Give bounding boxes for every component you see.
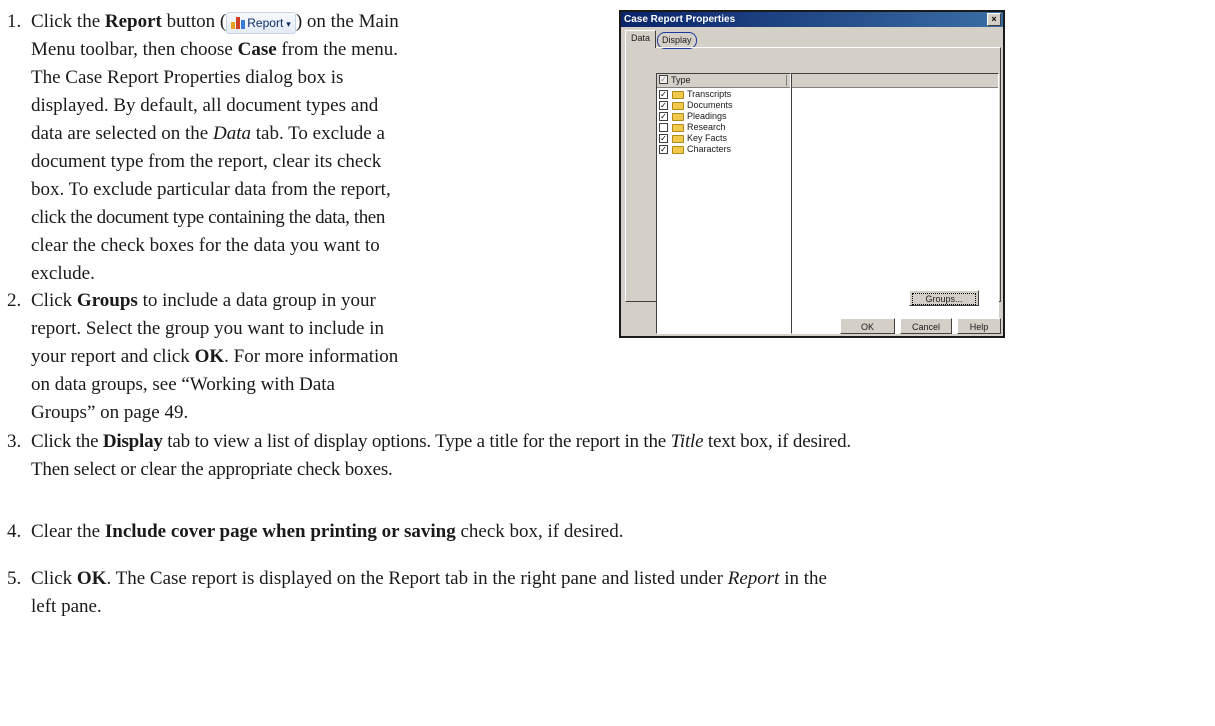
ok-button[interactable]: OK [840, 318, 895, 334]
text: tab to view a list of display options. T… [162, 431, 671, 452]
column-separator [786, 75, 787, 86]
type-row[interactable]: Research [659, 122, 726, 133]
bold-display: Display [102, 431, 163, 452]
type-label: Characters [687, 144, 732, 154]
type-label: Key Facts [687, 133, 728, 143]
text: exclude. [31, 263, 95, 284]
step-3-text: Click the Display tab to view a list of … [31, 428, 1215, 484]
text: to include a data group in your [137, 290, 376, 311]
folder-icon [672, 123, 684, 132]
text: your report and click [31, 346, 195, 367]
type-label: Research [687, 122, 726, 132]
type-checkbox[interactable] [659, 123, 668, 133]
text: document type from the report, clear its… [31, 151, 382, 172]
step-number: 1. [7, 11, 22, 32]
select-all-checkbox[interactable]: ✓ [659, 75, 668, 84]
type-checkbox[interactable]: ✓ [659, 145, 668, 155]
type-column-header[interactable]: ✓ Type [657, 74, 790, 88]
case-report-properties-dialog: Case Report Properties × Data Display ✓ … [619, 10, 1005, 338]
type-checkbox[interactable]: ✓ [659, 112, 668, 122]
text: Click [31, 290, 77, 311]
type-row[interactable]: ✓ Characters [659, 144, 731, 155]
type-checkbox[interactable]: ✓ [659, 90, 668, 100]
type-row[interactable]: ✓ Key Facts [659, 133, 727, 144]
text: The Case Report Properties dialog box is [31, 67, 344, 88]
bold-ok: OK [194, 346, 225, 367]
italic-data: Data [212, 123, 251, 144]
text: data are selected on the [31, 123, 213, 144]
text: Click [31, 568, 77, 589]
step-number: 3. [7, 431, 22, 452]
cancel-button[interactable]: Cancel [900, 318, 952, 334]
bold-case: Case [237, 39, 277, 60]
type-label: Pleadings [687, 111, 727, 121]
text: . For more information [224, 346, 399, 367]
text: button ( [161, 11, 227, 32]
text: report. Select the group you want to inc… [31, 318, 384, 339]
step-4-text: Clear the Include cover page when printi… [31, 518, 1215, 546]
tab-data[interactable]: Data [625, 30, 657, 48]
type-checkbox[interactable]: ✓ [659, 134, 668, 144]
folder-icon [672, 112, 684, 121]
type-list[interactable]: ✓ Type ✓ Transcripts ✓ Documents ✓ Pleadings R… [656, 73, 791, 334]
step-1-text: Click the Report button (Report ▾) on the… [31, 8, 601, 288]
type-checkbox[interactable]: ✓ [659, 101, 668, 111]
chevron-down-icon: ▾ [286, 18, 291, 29]
text: left pane. [31, 596, 102, 617]
text: box. To exclude particular data from the… [31, 179, 391, 200]
bold-groups: Groups [76, 290, 138, 311]
folder-icon [672, 145, 684, 154]
text: ) on the Main [295, 11, 399, 32]
text: . The Case report is displayed on the Re… [106, 568, 728, 589]
data-column-header [792, 74, 998, 88]
bar-chart-icon [231, 16, 246, 29]
report-button-label: Report [247, 15, 284, 30]
groups-button-label: Groups... [912, 293, 976, 305]
text: on data groups, see “Working with Data [31, 374, 335, 395]
text: Clear the [31, 521, 105, 542]
text: displayed. By default, all document type… [31, 95, 379, 116]
step-5-text: Click OK. The Case report is displayed o… [31, 565, 1215, 621]
bold-ok: OK [76, 568, 107, 589]
folder-icon [672, 101, 684, 110]
text: Menu toolbar, then choose [31, 39, 238, 60]
type-row[interactable]: ✓ Pleadings [659, 111, 727, 122]
text: Click the [31, 431, 103, 452]
text: Then select or clear the appropriate che… [31, 459, 393, 480]
text: tab. To exclude a [250, 123, 385, 144]
type-label: Documents [687, 100, 733, 110]
step-2-text: Click Groups to include a data group in … [31, 287, 601, 427]
step-number: 4. [7, 521, 22, 542]
text: from the menu. [276, 39, 399, 60]
text: clear the check boxes for the data you w… [31, 235, 380, 256]
dialog-titlebar: Case Report Properties × [621, 12, 1003, 27]
step-number: 2. [7, 290, 22, 311]
italic-report: Report [727, 568, 780, 589]
help-button[interactable]: Help [957, 318, 1001, 334]
report-button[interactable]: Report ▾ [226, 11, 296, 34]
italic-title: Title [670, 431, 704, 452]
type-label: Transcripts [687, 89, 732, 99]
text: Groups” on page 49. [31, 402, 189, 423]
text: Click the [31, 11, 105, 32]
type-row[interactable]: ✓ Transcripts [659, 89, 731, 100]
type-row[interactable]: ✓ Documents [659, 100, 733, 111]
text: in the [779, 568, 827, 589]
text: click the document type containing the d… [31, 207, 385, 228]
bold-report: Report [104, 11, 162, 32]
close-icon[interactable]: × [987, 13, 1001, 26]
text: check box, if desired. [455, 521, 624, 542]
step-number: 5. [7, 568, 22, 589]
dialog-title: Case Report Properties [624, 14, 736, 25]
text: text box, if desired. [703, 431, 851, 452]
groups-button[interactable]: Groups... [909, 290, 979, 306]
folder-icon [672, 134, 684, 143]
column-label: Type [671, 75, 691, 85]
folder-icon [672, 90, 684, 99]
bold-include-cover-page: Include cover page when printing or savi… [104, 521, 456, 542]
